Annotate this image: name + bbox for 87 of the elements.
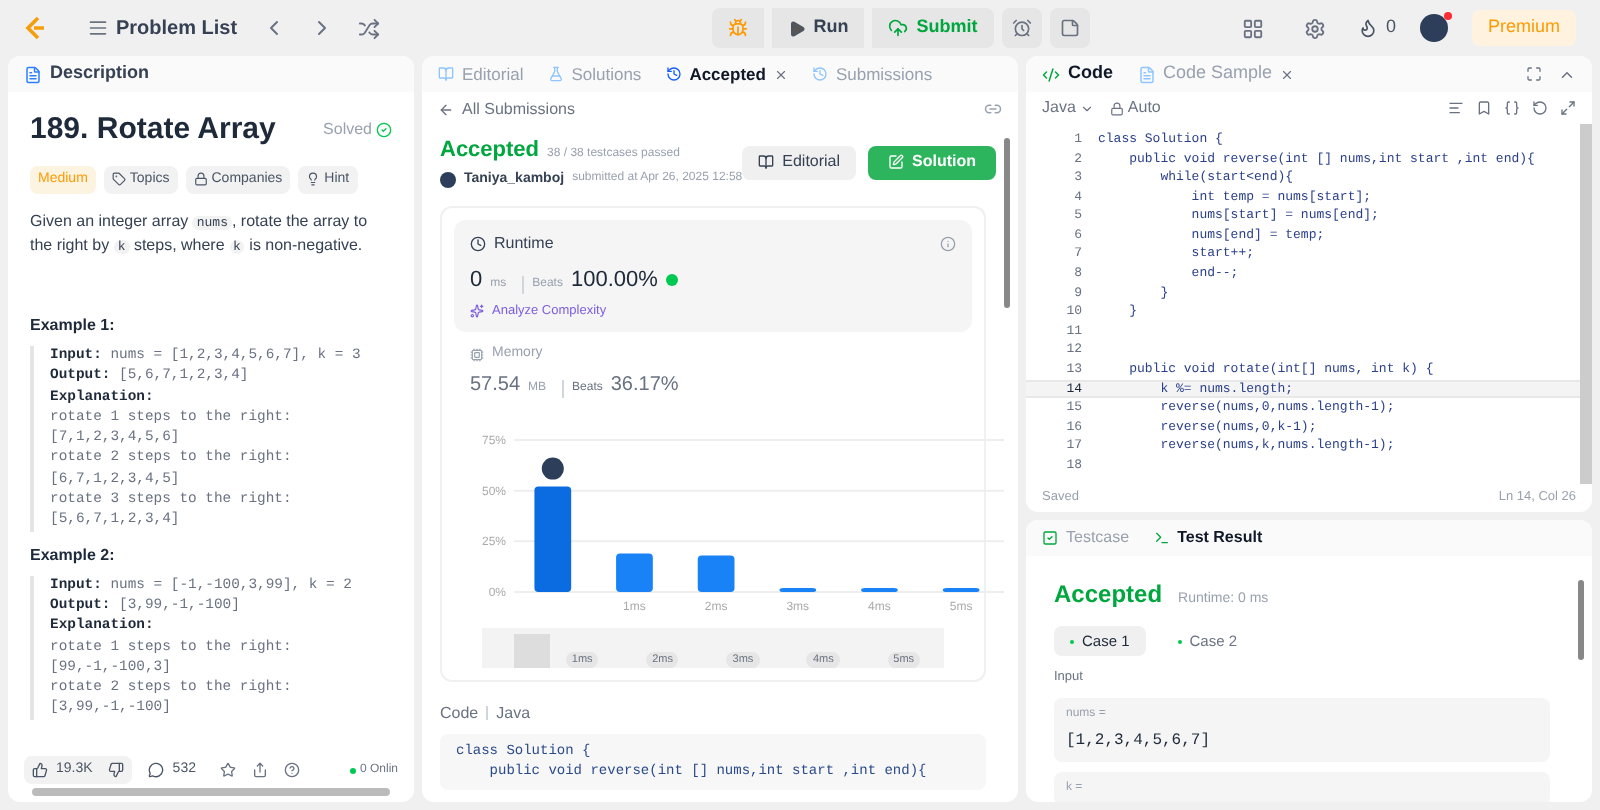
user-avatar: [440, 171, 456, 188]
run-button[interactable]: Run: [771, 8, 865, 48]
variable-value: [1,2,3,4,5,6,7]: [1066, 729, 1213, 754]
history-icon: [665, 66, 682, 82]
chart-bar[interactable]: [697, 555, 735, 592]
reset-icon[interactable]: [1532, 100, 1548, 116]
example-heading: Example 1:: [30, 314, 117, 338]
checkbox-icon: [1042, 530, 1058, 546]
book-icon: [438, 66, 454, 82]
alarm-clock-icon: [1011, 18, 1032, 38]
flask-icon: [547, 66, 564, 82]
problem-title: 189. Rotate Array: [30, 110, 276, 150]
language-selector[interactable]: Java: [1042, 96, 1094, 120]
sparkle-icon: [470, 303, 484, 318]
vertical-scrollbar[interactable]: [1578, 580, 1584, 660]
user-avatar: [541, 457, 564, 480]
shuffle-icon[interactable]: [357, 17, 380, 39]
note-icon: [1059, 18, 1080, 38]
star-icon[interactable]: [219, 762, 236, 778]
link-icon[interactable]: [984, 100, 1002, 118]
panel-tab[interactable]: Accepted: [665, 61, 788, 87]
thumbs-up-icon[interactable]: [32, 762, 48, 778]
back-link[interactable]: All Submissions: [438, 97, 575, 121]
notes-button[interactable]: [1049, 8, 1090, 48]
book-icon: [758, 154, 775, 170]
expand-icon[interactable]: [1560, 100, 1576, 116]
language-label: Java: [496, 701, 531, 726]
runtime-beats: 100.00%: [570, 266, 658, 296]
braces-icon[interactable]: [1504, 100, 1520, 116]
panel-tab[interactable]: Test Result: [1153, 526, 1263, 550]
chart-bar[interactable]: [779, 587, 817, 592]
share-icon[interactable]: [251, 762, 268, 778]
timer-button[interactable]: [1001, 8, 1042, 48]
history-icon: [811, 66, 828, 82]
list-icon: [88, 18, 108, 38]
fullscreen-icon[interactable]: [1526, 66, 1542, 82]
clock-icon: [470, 236, 486, 252]
comment-icon: [148, 762, 165, 778]
flame-icon: [1357, 18, 1378, 38]
runtime-label: Runtime: [470, 232, 554, 256]
editorial-button[interactable]: Editorial: [742, 145, 857, 179]
problem-list-link[interactable]: Problem List: [88, 13, 238, 43]
vertical-scrollbar[interactable]: [1004, 138, 1010, 308]
chart-bar[interactable]: [534, 486, 572, 592]
range-handle[interactable]: [514, 633, 550, 668]
submission-status: Accepted: [440, 136, 540, 166]
bug-icon: [727, 18, 748, 38]
user-avatar[interactable]: [1420, 14, 1448, 42]
chart-bar[interactable]: [861, 587, 898, 592]
streak-counter[interactable]: 0: [1357, 14, 1396, 42]
example-heading: Example 2:: [30, 543, 117, 568]
lightbulb-icon: [306, 172, 321, 187]
chart-bar[interactable]: [942, 587, 980, 592]
format-icon[interactable]: [1448, 100, 1464, 116]
settings-icon[interactable]: [1303, 17, 1326, 39]
auto-mode-label[interactable]: Auto: [1109, 96, 1161, 120]
check-circle-icon: [376, 122, 392, 139]
memory-beats: 36.17%: [610, 371, 679, 400]
help-icon[interactable]: [283, 762, 300, 778]
vertical-scrollbar[interactable]: [1580, 124, 1592, 484]
code-label: Code: [440, 701, 479, 726]
horizontal-scrollbar[interactable]: [32, 788, 390, 796]
edit-icon: [888, 154, 905, 170]
info-icon[interactable]: [940, 236, 956, 252]
badge-icon: [665, 274, 678, 287]
arrow-left-icon: [438, 101, 454, 117]
terminal-icon: [1153, 530, 1170, 546]
result-status: Accepted: [1054, 578, 1163, 612]
chevron-down-icon: [1079, 101, 1094, 115]
document-icon: [24, 65, 42, 83]
solved-status: Solved: [323, 118, 392, 143]
lock-icon: [1109, 101, 1124, 115]
close-icon[interactable]: [773, 67, 788, 81]
cloud-upload-icon: [888, 18, 909, 38]
bookmark-icon[interactable]: [1476, 100, 1492, 116]
layout-icon[interactable]: [1241, 17, 1264, 39]
tag-icon: [111, 172, 126, 187]
document-icon: [1137, 65, 1155, 83]
panel-tab[interactable]: Code: [1042, 60, 1113, 88]
play-icon: [787, 19, 806, 37]
close-icon[interactable]: [1280, 67, 1295, 81]
runtime-value: 0: [470, 266, 483, 296]
chip-icon: [470, 348, 484, 362]
code-icon: [1042, 65, 1060, 83]
lock-icon: [193, 172, 208, 187]
memory-value: 57.54: [470, 371, 521, 400]
thumbs-down-icon[interactable]: [108, 762, 125, 778]
